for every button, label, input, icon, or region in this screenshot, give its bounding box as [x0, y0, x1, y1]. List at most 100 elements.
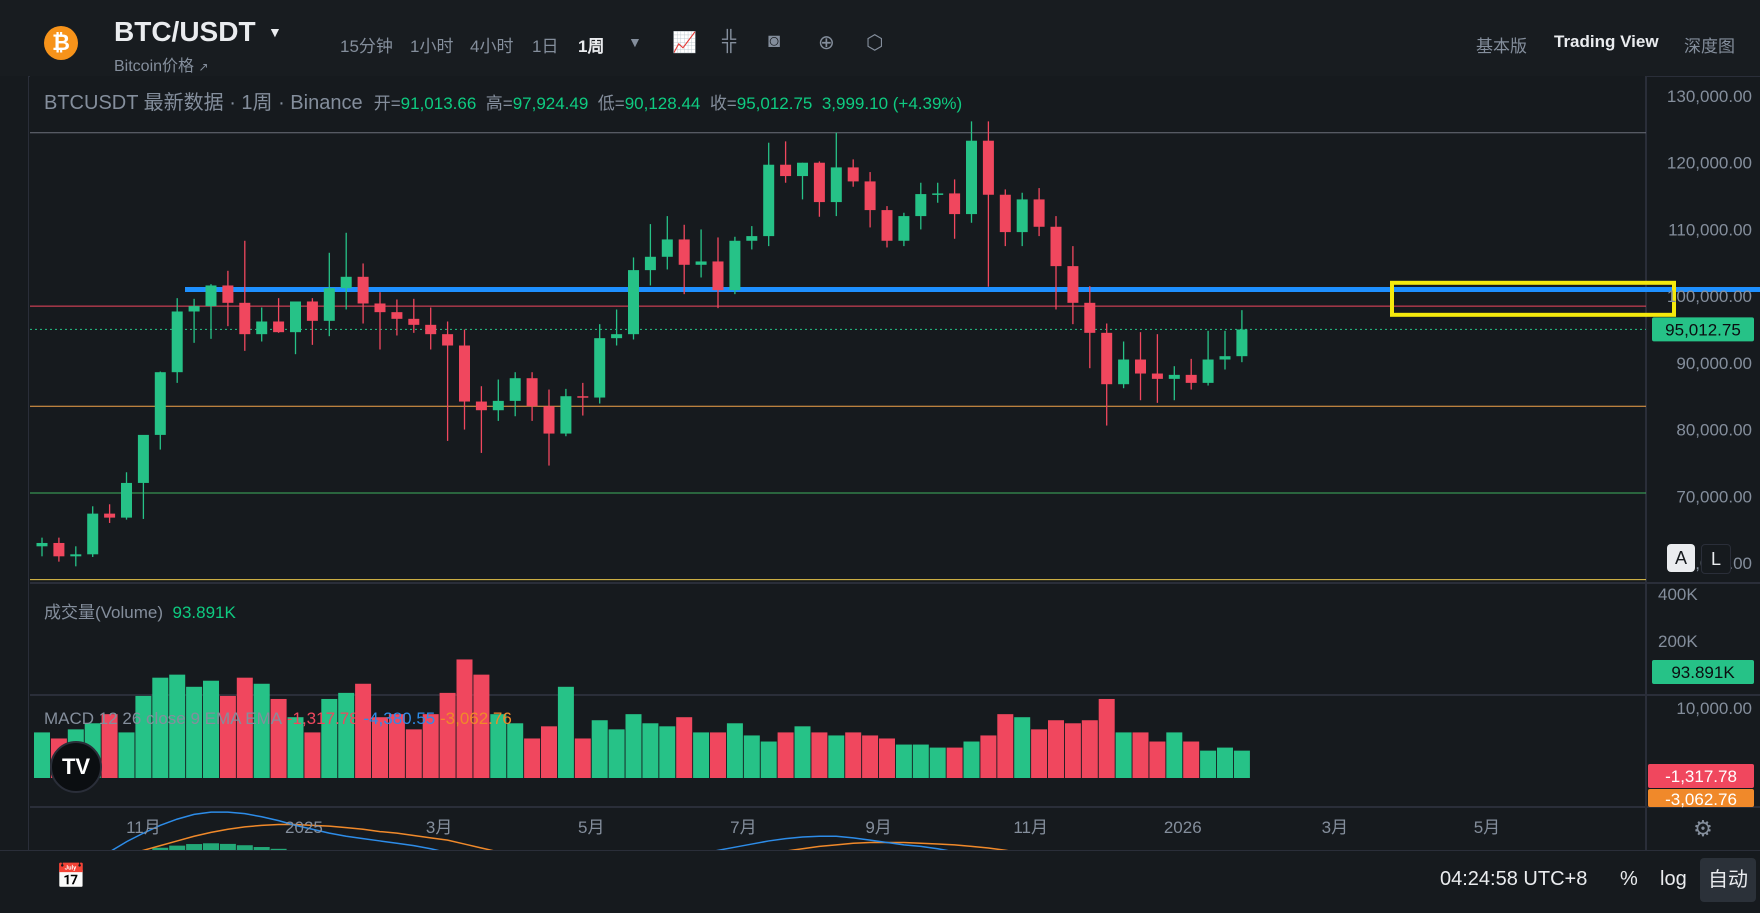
legend-low: 90,128.44 [625, 94, 701, 113]
volume-bar [1048, 720, 1064, 778]
candle [1152, 374, 1163, 379]
time-axis-label: 11月 [1013, 818, 1048, 837]
candle [1236, 330, 1247, 357]
candle [307, 301, 318, 320]
line-chart-icon[interactable]: 📈 [672, 30, 697, 55]
candle [239, 303, 250, 334]
candle [510, 378, 521, 401]
volume-scale-label: 400K [1658, 585, 1698, 604]
volume-bar [828, 735, 844, 778]
price-scale-label: 100,000.00 [1667, 287, 1752, 306]
volume-bar [642, 723, 658, 778]
volume-bar [795, 726, 811, 778]
candle [949, 193, 960, 214]
candle [290, 301, 301, 332]
candle [172, 311, 183, 372]
volume-bar [406, 729, 422, 778]
volume-bar [761, 742, 777, 778]
legend-open: 91,013.66 [401, 94, 477, 113]
candle-icon[interactable]: ╬ [722, 30, 736, 53]
tab-basic[interactable]: 基本版 [1476, 32, 1527, 57]
pair-title[interactable]: BTC/USDT [114, 16, 256, 48]
candle [560, 396, 571, 433]
volume-bar [693, 732, 709, 778]
chart-canvas[interactable]: 130,000.00120,000.00110,000.00100,000.00… [0, 76, 1760, 850]
candle [189, 306, 200, 311]
macd-hist-bar [203, 843, 219, 850]
candle [882, 210, 893, 241]
volume-legend-value: 93.891K [172, 603, 235, 622]
candle [1101, 333, 1112, 384]
volume-bar [203, 681, 219, 778]
log-button[interactable]: log [1660, 868, 1687, 891]
volume-bar [254, 684, 270, 778]
candle [780, 165, 791, 176]
candle [679, 239, 690, 264]
candle [1118, 360, 1129, 385]
price-scale-label: 70,000.00 [1676, 487, 1752, 506]
timeframe-dropdown-icon[interactable]: ▼ [628, 34, 642, 50]
time-axis-label: 3月 [426, 818, 452, 837]
candle [746, 236, 757, 241]
settings-hex-icon[interactable]: ⬡ [866, 30, 883, 55]
percent-button[interactable]: % [1620, 868, 1638, 891]
legend-close: 95,012.75 [737, 94, 813, 113]
candle [696, 261, 707, 264]
date-range-icon[interactable]: 📅 [56, 862, 86, 891]
auto-scale-button[interactable]: A [1667, 544, 1695, 572]
macd-legend: MACD 12 26 close 9 EMA EMA -1,317.78 -4,… [44, 709, 512, 729]
price-scale-label: 80,000.00 [1676, 421, 1752, 440]
tab-tradingview[interactable]: Trading View [1554, 32, 1659, 52]
time-axis-label: 2026 [1164, 818, 1202, 837]
auto-button[interactable]: 自动 [1700, 858, 1756, 902]
candle [1034, 199, 1045, 226]
tradingview-logo[interactable]: TV [50, 741, 102, 793]
price-scale-label: 110,000.00 [1668, 220, 1752, 239]
candle [898, 216, 909, 241]
candle [983, 141, 994, 195]
candle [1135, 360, 1146, 374]
tab-depth[interactable]: 深度图 [1684, 32, 1735, 57]
candle [273, 321, 284, 332]
candle [713, 261, 724, 290]
volume-bar [879, 738, 895, 778]
tf-1w[interactable]: 1周 [578, 32, 604, 57]
volume-bar [524, 738, 540, 778]
camera-icon[interactable]: ◙ [768, 30, 780, 53]
tf-1d[interactable]: 1日 [532, 32, 558, 57]
price-scale-label: 90,000.00 [1676, 354, 1752, 373]
volume-bar [964, 742, 980, 778]
candle [611, 334, 622, 338]
candle [848, 167, 859, 181]
candle [391, 312, 402, 319]
log-scale-button[interactable]: L [1701, 544, 1731, 574]
candle [104, 514, 115, 518]
candle [425, 325, 436, 334]
candle [222, 285, 233, 302]
candle [206, 285, 217, 306]
macd-legend-macd: -4,380.55 [363, 709, 435, 728]
candle [1203, 360, 1214, 383]
tf-1h[interactable]: 1小时 [410, 32, 453, 57]
candle [442, 334, 453, 345]
volume-bar [558, 687, 574, 778]
clock[interactable]: 04:24:58 UTC+8 [1440, 868, 1587, 891]
candle [1084, 303, 1095, 333]
macd-hist-tag-label: -1,317.78 [1665, 767, 1737, 786]
time-axis-label: 7月 [730, 818, 756, 837]
volume-bar [1183, 742, 1199, 778]
candle [645, 257, 656, 270]
plus-circle-icon[interactable]: ⊕ [818, 30, 835, 55]
pair-dropdown-caret-icon[interactable]: ▼ [268, 24, 282, 40]
candle [358, 277, 369, 304]
volume-bar [541, 726, 557, 778]
tf-15m[interactable]: 15分钟 [340, 32, 393, 57]
pair-subtitle[interactable]: Bitcoin价格 ↗ [114, 52, 209, 76]
legend-high: 97,924.49 [513, 94, 589, 113]
volume-bar [930, 748, 946, 778]
volume-bar [1082, 720, 1098, 778]
time-axis-label: 5月 [1474, 818, 1500, 837]
volume-bar [862, 735, 878, 778]
tf-4h[interactable]: 4小时 [470, 32, 513, 57]
volume-bar [1099, 699, 1115, 778]
